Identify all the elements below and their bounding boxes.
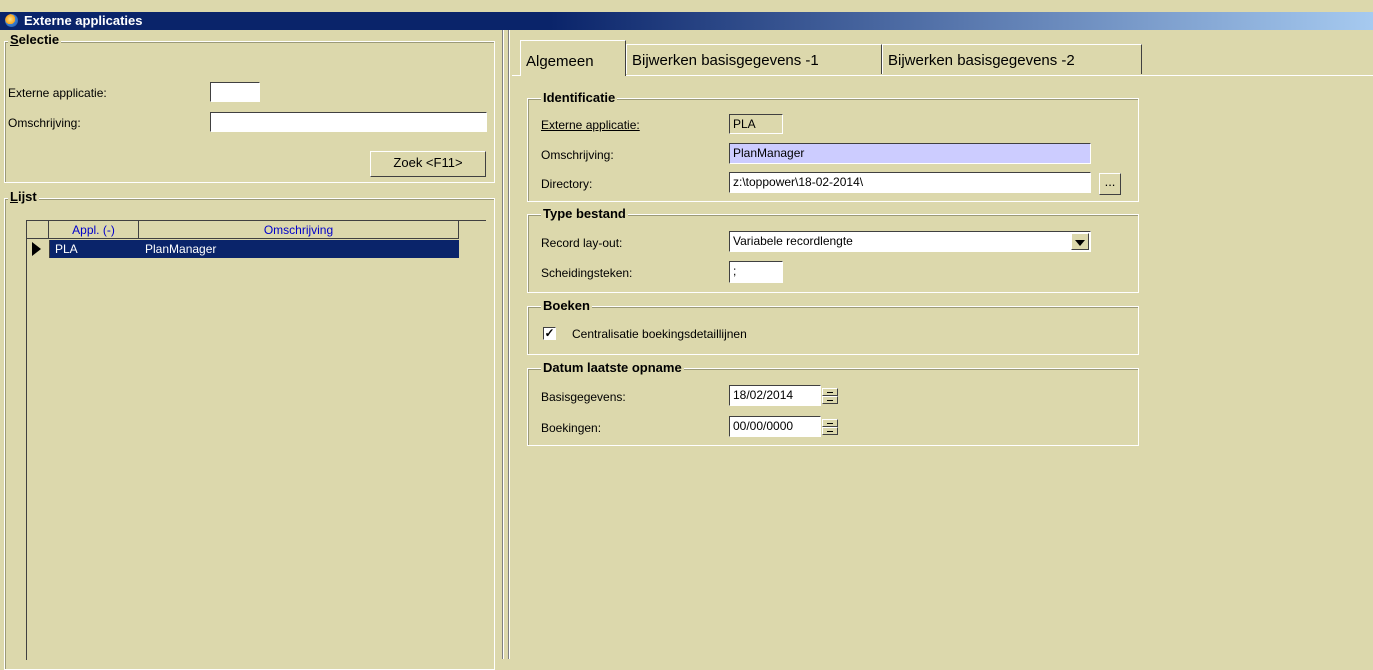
type-bestand-title: Type bestand <box>541 206 628 221</box>
row-indicator-arrow-icon <box>32 242 41 256</box>
chevron-down-icon <box>1075 239 1085 246</box>
tab-strip-line <box>512 75 1373 76</box>
window-title: Externe applicaties <box>24 13 143 28</box>
directory-browse-button[interactable]: ... <box>1099 173 1121 195</box>
basisgegevens-label: Basisgegevens: <box>541 390 626 404</box>
datum-laatste-opname-title: Datum laatste opname <box>541 360 684 375</box>
identificatie-omschrijving-input[interactable]: PlanManager <box>729 143 1091 164</box>
panel-splitter[interactable] <box>500 30 512 659</box>
app-icon <box>5 14 18 27</box>
window-title-bar[interactable]: Externe applicaties <box>0 12 1373 30</box>
scheidingsteken-input[interactable]: ; <box>729 261 783 283</box>
record-layout-value: Variabele recordlengte <box>733 234 853 248</box>
scheidingsteken-label: Scheidingsteken: <box>541 266 633 280</box>
centralisatie-label: Centralisatie boekingsdetaillijnen <box>572 327 747 341</box>
identificatie-title: Identificatie <box>541 90 618 105</box>
basisgegevens-date-input[interactable]: 18/02/2014 <box>729 385 821 406</box>
selectie-omschrijving-input[interactable] <box>210 112 487 132</box>
grid-indicator-header <box>27 221 49 239</box>
grid-header-omschrijving[interactable]: Omschrijving <box>139 221 459 239</box>
boekingen-spinner[interactable] <box>822 419 838 435</box>
selectie-externe-applicatie-input[interactable] <box>210 82 260 102</box>
tab-algemeen[interactable]: Algemeen <box>520 40 626 76</box>
row-cell-appl: PLA <box>55 242 78 256</box>
selectie-externe-applicatie-label: Externe applicatie: <box>8 86 107 100</box>
lijst-grid[interactable]: Appl. (-) Omschrijving PLA PlanManager <box>26 220 486 660</box>
record-layout-dropdown-button[interactable] <box>1071 233 1089 250</box>
selectie-title: Selectie <box>8 32 62 47</box>
tab-bijwerken-basisgegevens-2[interactable]: Bijwerken basisgegevens -2 <box>882 44 1142 74</box>
identificatie-directory-input[interactable]: z:\toppower\18-02-2014\ <box>729 172 1091 193</box>
identificatie-omschrijving-label: Omschrijving: <box>541 148 614 162</box>
lijst-title: Lijst <box>8 189 39 204</box>
selectie-omschrijving-label: Omschrijving: <box>8 116 81 130</box>
identificatie-externe-applicatie-label: Externe applicatie: <box>541 118 640 132</box>
basisgegevens-spinner[interactable] <box>822 388 838 404</box>
grid-header-appl[interactable]: Appl. (-) <box>49 221 139 239</box>
boeken-title: Boeken <box>541 298 592 313</box>
centralisatie-checkbox[interactable]: ✓ <box>543 327 556 340</box>
record-layout-select[interactable]: Variabele recordlengte <box>729 231 1091 252</box>
zoek-button[interactable]: Zoek <F11> <box>370 151 486 177</box>
identificatie-directory-label: Directory: <box>541 177 593 191</box>
table-row[interactable]: PLA PlanManager <box>27 240 459 258</box>
type-bestand-group <box>527 214 1139 293</box>
record-layout-label: Record lay-out: <box>541 236 623 250</box>
boekingen-label: Boekingen: <box>541 421 602 435</box>
tab-bijwerken-basisgegevens-1[interactable]: Bijwerken basisgegevens -1 <box>626 44 882 74</box>
row-cell-omschrijving: PlanManager <box>145 242 217 256</box>
boekingen-date-input[interactable]: 00/00/0000 <box>729 416 821 437</box>
identificatie-externe-applicatie-field: PLA <box>729 114 783 134</box>
